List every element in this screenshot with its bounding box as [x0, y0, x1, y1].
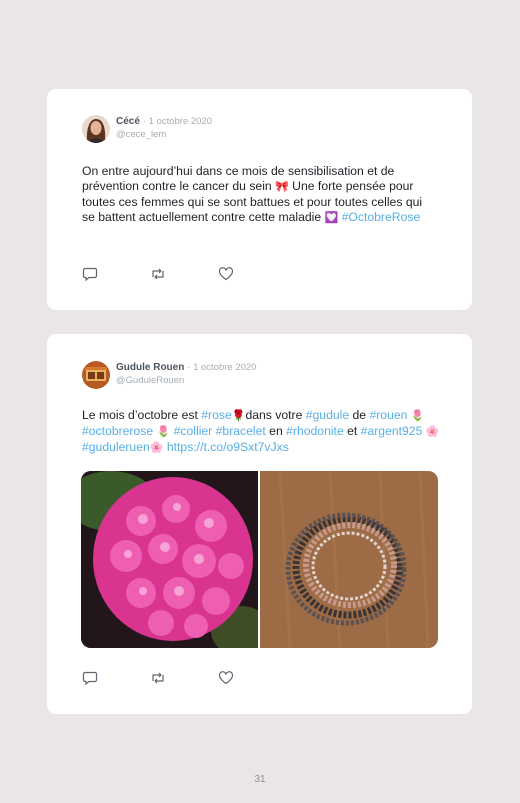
tweet-date[interactable]: 1 octobre 2020 — [149, 116, 212, 127]
tweet-actions — [82, 266, 286, 282]
tweet-text: On entre aujourd’hui dans ce mois de sen… — [82, 164, 432, 226]
tweet-text-segment: de — [349, 408, 370, 422]
emoji: 🌸 — [149, 442, 164, 454]
hashtag-link[interactable]: #gudule — [306, 408, 349, 422]
emoji: 💟 — [324, 212, 339, 224]
rhodonite-bracelet-photo[interactable] — [260, 471, 438, 648]
tweet-header: Cécé · 1 octobre 2020 @cece_lem — [82, 115, 212, 143]
like-icon[interactable] — [218, 266, 234, 282]
emoji: 🌹 — [231, 410, 246, 422]
author-handle[interactable]: @GuduleRouen — [116, 374, 256, 387]
tweet-text-segment: dans votre — [245, 408, 306, 422]
hashtag-link[interactable]: #argent925 — [361, 424, 423, 438]
avatar[interactable] — [82, 115, 110, 143]
author-name[interactable]: Cécé — [116, 116, 140, 127]
tweet-actions — [82, 670, 286, 686]
tweet-card: Gudule Rouen · 1 octobre 2020 @GuduleRou… — [47, 334, 472, 714]
page-number: 31 — [254, 774, 266, 785]
hashtag-link[interactable]: #bracelet — [216, 424, 266, 438]
retweet-icon[interactable] — [150, 670, 166, 686]
emoji: 🌷 — [156, 426, 171, 438]
tweet-separator: · — [187, 362, 191, 373]
tweet-text: Le mois d’octobre est #rose🌹dans votre #… — [82, 408, 442, 456]
emoji: 🌸 — [425, 426, 440, 438]
hashtag-link[interactable]: #rhodonite — [286, 424, 344, 438]
retweet-icon[interactable] — [150, 266, 166, 282]
emoji: 🌷 — [410, 410, 425, 422]
tweet-header: Gudule Rouen · 1 octobre 2020 @GuduleRou… — [82, 361, 256, 389]
hashtag-link[interactable]: #guduleruen — [82, 440, 150, 454]
tweet-media — [81, 471, 438, 648]
tweet-text-segment: en — [265, 424, 287, 438]
hashtag-link[interactable]: #OctobreRose — [342, 210, 421, 224]
tweet-text-segment: et — [343, 424, 361, 438]
tweet-date[interactable]: 1 octobre 2020 — [193, 362, 256, 373]
tweet-text-segment: Le mois d’octobre est — [82, 408, 202, 422]
hashtag-link[interactable]: https://t.co/o9Sxt7vJxs — [167, 440, 289, 454]
tweet-separator: · — [142, 116, 146, 127]
author-name[interactable]: Gudule Rouen — [116, 362, 184, 373]
avatar[interactable] — [82, 361, 110, 389]
hashtag-link[interactable]: #rose — [201, 408, 232, 422]
reply-icon[interactable] — [82, 266, 98, 282]
hashtag-link[interactable]: #collier — [174, 424, 213, 438]
emoji: 🎀 — [275, 181, 289, 193]
hashtag-link[interactable]: #rouen — [369, 408, 407, 422]
tweet-card: Cécé · 1 octobre 2020 @cece_lem On entre… — [47, 89, 472, 310]
hashtag-link[interactable]: #octobrerose — [82, 424, 153, 438]
pink-hydrangea-photo[interactable] — [81, 471, 258, 648]
reply-icon[interactable] — [82, 670, 98, 686]
author-handle[interactable]: @cece_lem — [116, 128, 212, 141]
like-icon[interactable] — [218, 670, 234, 686]
